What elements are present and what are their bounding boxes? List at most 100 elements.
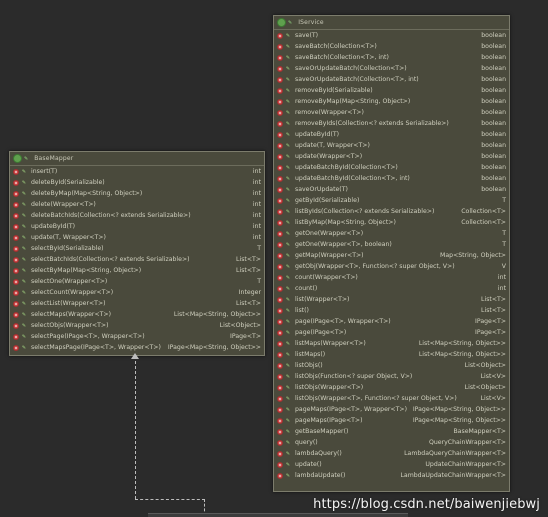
method-row[interactable]: ✎ saveBatch(Collection<T>, int) boolean xyxy=(274,52,509,63)
method-row[interactable]: ✎ getOne(Wrapper<T>, boolean) T xyxy=(274,239,509,250)
method-icon xyxy=(277,241,283,248)
method-row[interactable]: ✎ listByIds(Collection<? extends Serializ… xyxy=(274,206,509,217)
method-row[interactable]: ✎ lambdaQuery() LambdaQueryChainWrapper<T> xyxy=(274,448,509,459)
method-row[interactable]: ✎ remove(Wrapper<T>) boolean xyxy=(274,107,509,118)
method-return-type: IPage<Map<String, Object>> xyxy=(412,406,506,413)
method-signature: count(Wrapper<T>) xyxy=(295,274,358,281)
method-row[interactable]: ✎ selectPage(IPage<T>, Wrapper<T>) IPage<T… xyxy=(10,331,264,342)
method-row[interactable]: ✎ listObjs(Wrapper<T>, Function<? super O… xyxy=(274,393,509,404)
method-icon xyxy=(13,179,19,186)
method-row[interactable]: ✎ selectMaps(Wrapper<T>) List<Map<String, … xyxy=(10,309,264,320)
method-row[interactable]: ✎ saveOrUpdateBatch(Collection<T>, int) bo… xyxy=(274,74,509,85)
method-row[interactable]: ✎ deleteBatchIds(Collection<? extends Ser… xyxy=(10,210,264,221)
method-row[interactable]: ✎ getMap(Wrapper<T>) Map<String, Object> xyxy=(274,250,509,261)
method-signature: updateBatchById(Collection<T>) xyxy=(295,164,398,171)
public-visibility-icon: ✎ xyxy=(21,223,27,230)
method-row[interactable]: ✎ removeByIds(Collection<? extends Serial… xyxy=(274,118,509,129)
method-icon xyxy=(13,344,19,351)
method-return-type: List<Object> xyxy=(464,362,506,369)
method-return-type: List<V> xyxy=(480,373,506,380)
method-row[interactable]: ✎ saveOrUpdate(T) boolean xyxy=(274,184,509,195)
method-row[interactable]: ✎ updateById(T) int xyxy=(10,221,264,232)
method-row[interactable]: ✎ count(Wrapper<T>) int xyxy=(274,272,509,283)
public-visibility-icon: ✎ xyxy=(285,241,291,248)
method-signature: deleteByMap(Map<String, Object>) xyxy=(31,190,143,197)
public-visibility-icon: ✎ xyxy=(285,219,291,226)
method-row[interactable]: ✎ count() int xyxy=(274,283,509,294)
method-row[interactable]: ✎ updateBatchById(Collection<T>, int) bool… xyxy=(274,173,509,184)
public-visibility-icon: ✎ xyxy=(21,289,27,296)
method-row[interactable]: ✎ saveOrUpdateBatch(Collection<T>) boolean xyxy=(274,63,509,74)
method-signature: getObj(Wrapper<T>, Function<? super Obje… xyxy=(295,263,455,270)
method-row[interactable]: ✎ listObjs(Function<? super Object, V>) Li… xyxy=(274,371,509,382)
method-row[interactable]: ✎ delete(Wrapper<T>) int xyxy=(10,199,264,210)
method-row[interactable]: ✎ getObj(Wrapper<T>, Function<? super Obj… xyxy=(274,261,509,272)
public-visibility-icon: ✎ xyxy=(285,395,291,402)
method-row[interactable]: ✎ list(Wrapper<T>) List<T> xyxy=(274,294,509,305)
method-row[interactable]: ✎ selectCount(Wrapper<T>) Integer xyxy=(10,287,264,298)
method-signature: query() xyxy=(295,439,318,446)
public-visibility-icon: ✎ xyxy=(285,384,291,391)
method-return-type: IPage<T> xyxy=(230,333,261,340)
method-row[interactable]: ✎ listMaps(Wrapper<T>) List<Map<String, Ob… xyxy=(274,338,509,349)
method-row[interactable]: ✎ deleteByMap(Map<String, Object>) int xyxy=(10,188,264,199)
watermark: https://blog.csdn.net/baiwenjiebwj xyxy=(313,497,540,512)
method-return-type: int xyxy=(497,285,506,292)
method-row[interactable]: ✎ listMaps() List<Map<String, Object>> xyxy=(274,349,509,360)
method-row[interactable]: ✎ selectList(Wrapper<T>) List<T> xyxy=(10,298,264,309)
method-signature: saveBatch(Collection<T>) xyxy=(295,43,377,50)
method-return-type: boolean xyxy=(481,65,506,72)
method-row[interactable]: ✎ save(T) boolean xyxy=(274,30,509,41)
method-row[interactable]: ✎ selectBatchIds(Collection<? extends Ser… xyxy=(10,254,264,265)
method-return-type: Integer xyxy=(238,289,261,296)
method-row[interactable]: ✎ query() QueryChainWrapper<T> xyxy=(274,437,509,448)
method-row[interactable]: ✎ pageMaps(IPage<T>, Wrapper<T>) IPage<Map… xyxy=(274,404,509,415)
method-icon xyxy=(277,219,283,226)
method-row[interactable]: ✎ listByMap(Map<String, Object>) Collectio… xyxy=(274,217,509,228)
basemapper-node[interactable]: ✎ BaseMapper ✎ insert(T) int ✎ deleteById(Se… xyxy=(9,151,265,356)
method-row[interactable]: ✎ saveBatch(Collection<T>) boolean xyxy=(274,41,509,52)
method-row[interactable]: ✎ removeById(Serializable) boolean xyxy=(274,85,509,96)
public-visibility-icon: ✎ xyxy=(285,362,291,369)
method-row[interactable]: ✎ getOne(Wrapper<T>) T xyxy=(274,228,509,239)
method-row[interactable]: ✎ selectMapsPage(IPage<T>, Wrapper<T>) IPa… xyxy=(10,342,264,353)
method-row[interactable]: ✎ update(T, Wrapper<T>) boolean xyxy=(274,140,509,151)
method-row[interactable]: ✎ insert(T) int xyxy=(10,166,264,177)
method-row[interactable]: ✎ getById(Serializable) T xyxy=(274,195,509,206)
method-row[interactable]: ✎ removeByMap(Map<String, Object>) boolean xyxy=(274,96,509,107)
method-return-type: boolean xyxy=(481,109,506,116)
method-row[interactable]: ✎ selectObjs(Wrapper<T>) List<Object> xyxy=(10,320,264,331)
method-row[interactable]: ✎ updateBatchById(Collection<T>) boolean xyxy=(274,162,509,173)
method-icon xyxy=(277,43,283,50)
method-row[interactable]: ✎ deleteById(Serializable) int xyxy=(10,177,264,188)
method-row[interactable]: ✎ list() List<T> xyxy=(274,305,509,316)
method-row[interactable]: ✎ listObjs() List<Object> xyxy=(274,360,509,371)
method-row[interactable]: ✎ pageMaps(IPage<T>) IPage<Map<String, Obj… xyxy=(274,415,509,426)
method-row[interactable]: ✎ selectOne(Wrapper<T>) T xyxy=(10,276,264,287)
iservice-header: ✎ IService xyxy=(274,16,509,30)
method-return-type: int xyxy=(252,179,261,186)
method-row[interactable]: ✎ updateById(T) boolean xyxy=(274,129,509,140)
method-row[interactable]: ✎ update() UpdateChainWrapper<T> xyxy=(274,459,509,470)
method-signature: saveOrUpdateBatch(Collection<T>) xyxy=(295,65,407,72)
iservice-node[interactable]: ✎ IService ✎ save(T) boolean ✎ saveBatch(Col… xyxy=(273,15,510,492)
method-row[interactable]: ✎ update(Wrapper<T>) boolean xyxy=(274,151,509,162)
public-visibility-icon: ✎ xyxy=(285,32,291,39)
method-icon xyxy=(277,318,283,325)
method-return-type: boolean xyxy=(481,186,506,193)
method-return-type: boolean xyxy=(481,164,506,171)
method-row[interactable]: ✎ listObjs(Wrapper<T>) List<Object> xyxy=(274,382,509,393)
method-row[interactable]: ✎ lambdaUpdate() LambdaUpdateChainWrapper<… xyxy=(274,470,509,481)
method-row[interactable]: ✎ selectByMap(Map<String, Object>) List<T> xyxy=(10,265,264,276)
method-row[interactable]: ✎ page(IPage<T>) IPage<T> xyxy=(274,327,509,338)
method-row[interactable]: ✎ selectById(Serializable) T xyxy=(10,243,264,254)
method-icon xyxy=(277,131,283,138)
public-visibility-icon: ✎ xyxy=(285,274,291,281)
method-row[interactable]: ✎ page(IPage<T>, Wrapper<T>) IPage<T> xyxy=(274,316,509,327)
public-visibility-icon: ✎ xyxy=(285,285,291,292)
method-return-type: UpdateChainWrapper<T> xyxy=(425,461,506,468)
method-signature: getOne(Wrapper<T>) xyxy=(295,230,364,237)
method-row[interactable]: ✎ getBaseMapper() BaseMapper<T> xyxy=(274,426,509,437)
method-signature: updateById(T) xyxy=(31,223,76,230)
method-row[interactable]: ✎ update(T, Wrapper<T>) int xyxy=(10,232,264,243)
